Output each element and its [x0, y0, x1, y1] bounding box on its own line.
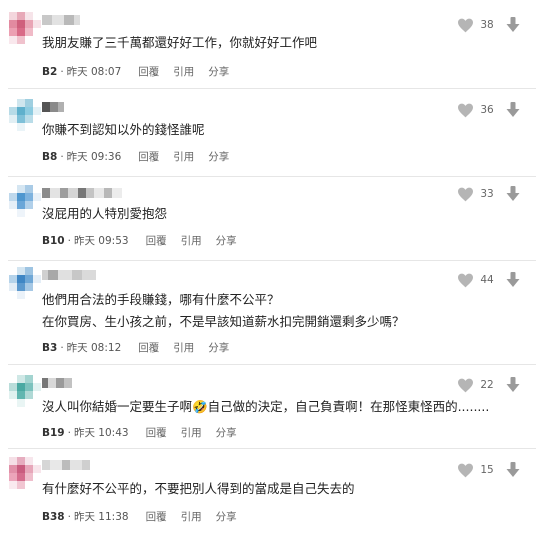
- username[interactable]: [42, 102, 64, 112]
- heart-icon[interactable]: [457, 103, 474, 118]
- avatar[interactable]: [9, 12, 41, 44]
- share-button[interactable]: 分享: [216, 425, 237, 440]
- reply-button[interactable]: 回覆: [138, 340, 159, 355]
- quote-button[interactable]: 引用: [173, 340, 194, 355]
- heart-icon[interactable]: [457, 187, 474, 202]
- comment-meta: B19 · 昨天 10:43 回覆 引用 分享: [42, 425, 237, 440]
- quote-button[interactable]: 引用: [173, 149, 194, 164]
- reply-button[interactable]: 回覆: [146, 509, 167, 524]
- quote-button[interactable]: 引用: [181, 509, 202, 524]
- quote-button[interactable]: 引用: [181, 425, 202, 440]
- timestamp: 昨天 08:07: [66, 66, 122, 78]
- comment-meta: B3 · 昨天 08:12 回覆 引用 分享: [42, 340, 230, 355]
- comment-item: 沒人叫你結婚一定要生子啊🤣自己做的決定，自己負責啊！在那怪東怪西的.......…: [0, 365, 540, 449]
- quote-button[interactable]: 引用: [173, 64, 194, 79]
- like-count: 44: [480, 274, 494, 286]
- comment-item: 我朋友賺了三千萬都還好好工作，你就好好工作吧 B2 · 昨天 08:07 回覆 …: [0, 0, 540, 88]
- down-arrow-icon[interactable]: [505, 16, 521, 33]
- comment-text: 沒屁用的人特別愛抱怨: [42, 206, 168, 221]
- share-button[interactable]: 分享: [216, 233, 237, 248]
- username[interactable]: [42, 378, 72, 388]
- reply-button[interactable]: 回覆: [146, 425, 167, 440]
- timestamp: 昨天 10:43: [73, 427, 129, 439]
- like-count: 36: [480, 104, 494, 116]
- like-count: 15: [480, 464, 494, 476]
- down-arrow-icon[interactable]: [505, 101, 521, 118]
- comment-text: 沒人叫你結婚一定要生子啊🤣自己做的決定，自己負責啊！在那怪東怪西的.......…: [42, 399, 490, 414]
- floor-number[interactable]: B38: [42, 511, 65, 523]
- timestamp: 昨天 09:53: [73, 235, 129, 247]
- share-button[interactable]: 分享: [208, 64, 229, 79]
- comment-item: 他們用合法的手段賺錢，哪有什麼不公平？ 在你買房、生小孩之前，不是早該知道薪水扣…: [0, 261, 540, 365]
- heart-icon[interactable]: [457, 378, 474, 393]
- floor-number[interactable]: B10: [42, 235, 65, 247]
- comment-text: 有什麼好不公平的，不要把別人得到的當成是自己失去的: [42, 481, 355, 496]
- username[interactable]: [42, 188, 122, 198]
- share-button[interactable]: 分享: [208, 149, 229, 164]
- avatar[interactable]: [9, 375, 41, 407]
- reply-button[interactable]: 回覆: [138, 64, 159, 79]
- avatar[interactable]: [9, 267, 41, 299]
- comment-text: 你賺不到認知以外的錢怪誰呢: [42, 122, 205, 137]
- reply-button[interactable]: 回覆: [138, 149, 159, 164]
- floor-number[interactable]: B19: [42, 427, 65, 439]
- avatar[interactable]: [9, 185, 41, 217]
- timestamp: 昨天 09:36: [66, 151, 122, 163]
- comment-meta: B10 · 昨天 09:53 回覆 引用 分享: [42, 233, 237, 248]
- heart-icon[interactable]: [457, 463, 474, 478]
- down-arrow-icon[interactable]: [505, 271, 521, 288]
- share-button[interactable]: 分享: [216, 509, 237, 524]
- comment-text: 他們用合法的手段賺錢，哪有什麼不公平？ 在你買房、生小孩之前，不是早該知道薪水扣…: [42, 292, 405, 329]
- share-button[interactable]: 分享: [208, 340, 229, 355]
- down-arrow-icon[interactable]: [505, 376, 521, 393]
- heart-icon[interactable]: [457, 18, 474, 33]
- heart-icon[interactable]: [457, 273, 474, 288]
- avatar[interactable]: [9, 457, 41, 489]
- username[interactable]: [42, 460, 90, 470]
- comment-item: 你賺不到認知以外的錢怪誰呢 B8 · 昨天 09:36 回覆 引用 分享 36: [0, 89, 540, 177]
- quote-button[interactable]: 引用: [181, 233, 202, 248]
- like-count: 22: [480, 379, 494, 391]
- comment-text: 我朋友賺了三千萬都還好好工作，你就好好工作吧: [42, 35, 318, 50]
- floor-number[interactable]: B2: [42, 66, 57, 78]
- reply-button[interactable]: 回覆: [146, 233, 167, 248]
- comment-item: 有什麼好不公平的，不要把別人得到的當成是自己失去的 B38 · 昨天 11:38…: [0, 449, 540, 533]
- comment-meta: B8 · 昨天 09:36 回覆 引用 分享: [42, 149, 230, 164]
- comment-item: 沒屁用的人特別愛抱怨 B10 · 昨天 09:53 回覆 引用 分享 33: [0, 177, 540, 261]
- avatar[interactable]: [9, 99, 41, 131]
- down-arrow-icon[interactable]: [505, 185, 521, 202]
- comment-meta: B2 · 昨天 08:07 回覆 引用 分享: [42, 64, 230, 79]
- like-count: 38: [480, 19, 494, 31]
- down-arrow-icon[interactable]: [505, 461, 521, 478]
- username[interactable]: [42, 270, 96, 280]
- like-count: 33: [480, 188, 494, 200]
- username[interactable]: [42, 15, 80, 25]
- timestamp: 昨天 11:38: [73, 511, 129, 523]
- floor-number[interactable]: B8: [42, 151, 57, 163]
- comment-meta: B38 · 昨天 11:38 回覆 引用 分享: [42, 509, 237, 524]
- floor-number[interactable]: B3: [42, 342, 57, 354]
- timestamp: 昨天 08:12: [66, 342, 122, 354]
